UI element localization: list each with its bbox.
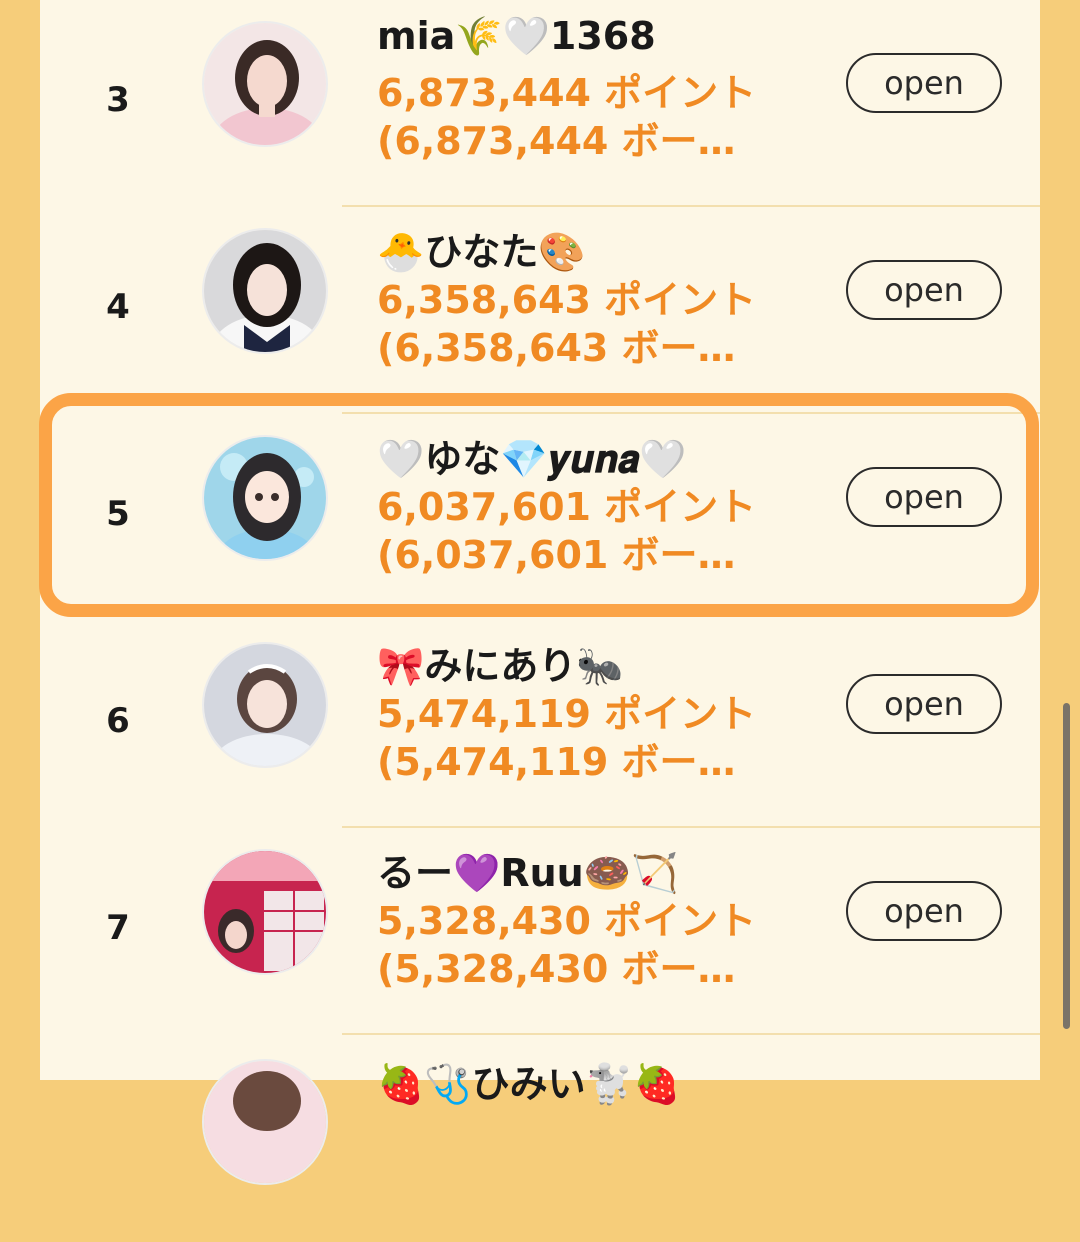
avatar[interactable] bbox=[202, 642, 328, 768]
scrollbar[interactable] bbox=[1063, 703, 1070, 1029]
rank-number: 3 bbox=[106, 80, 130, 120]
points-text: 5,474,119 ポイント bbox=[377, 692, 757, 736]
points-text: 6,358,643 ポイント bbox=[377, 278, 757, 322]
ranking-row-partial: 🍓🩺ひみい🐩🍓 bbox=[40, 1035, 1040, 1242]
user-name: mia🌾🤍1368 bbox=[377, 14, 656, 58]
avatar[interactable] bbox=[202, 1059, 328, 1185]
rank-number: 6 bbox=[106, 701, 130, 741]
user-name: 🍓🩺ひみい🐩🍓 bbox=[377, 1062, 681, 1106]
user-name: 🐣ひなた🎨 bbox=[377, 230, 586, 274]
rank-number: 7 bbox=[106, 908, 130, 948]
ranking-row: 7 るー💜Ruu🍩🏹 5,328,430 ポイント (5,328,430 ボー…… bbox=[40, 828, 1040, 1035]
bonus-text: (5,328,430 ボー… bbox=[377, 947, 736, 991]
ranking-row: 6 🎀みにあり🐜 5,474,119 ポイント (5,474,119 ボー… o… bbox=[40, 621, 1040, 828]
avatar[interactable] bbox=[202, 228, 328, 354]
bonus-text: (5,474,119 ボー… bbox=[377, 740, 736, 784]
ranking-row: 3 mia🌾🤍1368 6,873,444 ポイント (6,873,444 ボー… bbox=[40, 0, 1040, 207]
points-text: 6,873,444 ポイント bbox=[377, 71, 757, 115]
highlight-frame bbox=[39, 393, 1039, 617]
open-button[interactable]: open bbox=[846, 674, 1002, 734]
user-name: 🎀みにあり🐜 bbox=[377, 644, 624, 688]
open-button[interactable]: open bbox=[846, 53, 1002, 113]
avatar[interactable] bbox=[202, 849, 328, 975]
rank-number: 4 bbox=[106, 287, 130, 327]
avatar[interactable] bbox=[202, 21, 328, 147]
bonus-text: (6,358,643 ボー… bbox=[377, 326, 736, 370]
user-name: るー💜Ruu🍩🏹 bbox=[377, 851, 679, 895]
open-button[interactable]: open bbox=[846, 260, 1002, 320]
bonus-text: (6,873,444 ボー… bbox=[377, 119, 736, 163]
open-button[interactable]: open bbox=[846, 881, 1002, 941]
ranking-row: 4 🐣ひなた🎨 6,358,643 ポイント (6,358,643 ボー… op… bbox=[40, 207, 1040, 414]
points-text: 5,328,430 ポイント bbox=[377, 899, 757, 943]
